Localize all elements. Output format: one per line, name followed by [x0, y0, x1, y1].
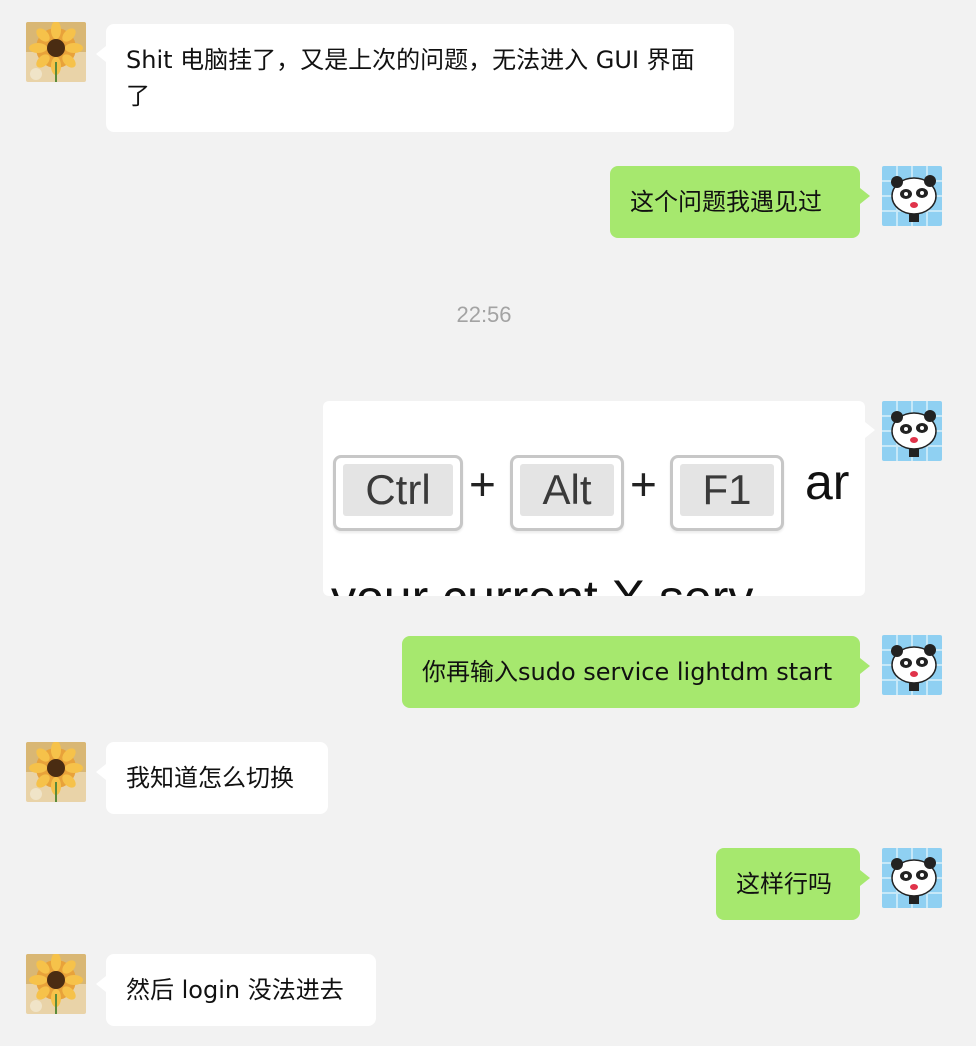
key-f1: F1	[670, 455, 784, 531]
sunflower-avatar-icon	[26, 22, 86, 82]
key-label: F1	[680, 464, 774, 516]
key-alt: Alt	[510, 455, 624, 531]
message-bubble-outgoing[interactable]: 这样行吗	[716, 848, 870, 920]
contact-avatar[interactable]	[26, 954, 86, 1014]
message-bubble-incoming[interactable]: 我知道怎么切换	[96, 742, 328, 814]
message-text: 然后 login 没法进去	[126, 976, 344, 1004]
message-text: 你再输入sudo service lightdm start	[422, 658, 833, 686]
image-message[interactable]: Ctrl + Alt + F1 ar your current X serv	[323, 401, 865, 596]
message-bubble-outgoing[interactable]: 这个问题我遇见过	[610, 166, 870, 238]
panda-avatar-icon	[882, 635, 942, 695]
self-avatar[interactable]	[882, 166, 942, 226]
panda-avatar-icon	[882, 401, 942, 461]
self-avatar[interactable]	[882, 401, 942, 461]
message-text: 这个问题我遇见过	[630, 188, 822, 216]
key-ctrl: Ctrl	[333, 455, 463, 531]
message-bubble-incoming[interactable]: Shit 电脑挂了，又是上次的问题，无法进入 GUI 界面了	[96, 24, 734, 132]
contact-avatar[interactable]	[26, 742, 86, 802]
plus-sign: +	[469, 458, 496, 510]
image-cut-line: your current X serv	[331, 569, 753, 596]
self-avatar[interactable]	[882, 848, 942, 908]
contact-avatar[interactable]	[26, 22, 86, 82]
sunflower-avatar-icon	[26, 954, 86, 1014]
self-avatar[interactable]	[882, 635, 942, 695]
panda-avatar-icon	[882, 166, 942, 226]
timestamp: 22:56	[456, 302, 512, 327]
image-trailing-text: ar	[805, 454, 850, 510]
sunflower-avatar-icon	[26, 742, 86, 802]
message-text: 我知道怎么切换	[126, 764, 294, 792]
message-text: Shit 电脑挂了，又是上次的问题，无法进入 GUI 界面了	[126, 46, 695, 110]
message-text: 这样行吗	[736, 870, 832, 898]
plus-sign: +	[630, 458, 657, 510]
message-bubble-incoming[interactable]: 然后 login 没法进去	[96, 954, 376, 1026]
key-label: Alt	[520, 464, 614, 516]
image-bubble-tail	[865, 422, 875, 438]
key-label: Ctrl	[343, 464, 453, 516]
panda-avatar-icon	[882, 848, 942, 908]
message-bubble-outgoing[interactable]: 你再输入sudo service lightdm start	[402, 636, 870, 708]
